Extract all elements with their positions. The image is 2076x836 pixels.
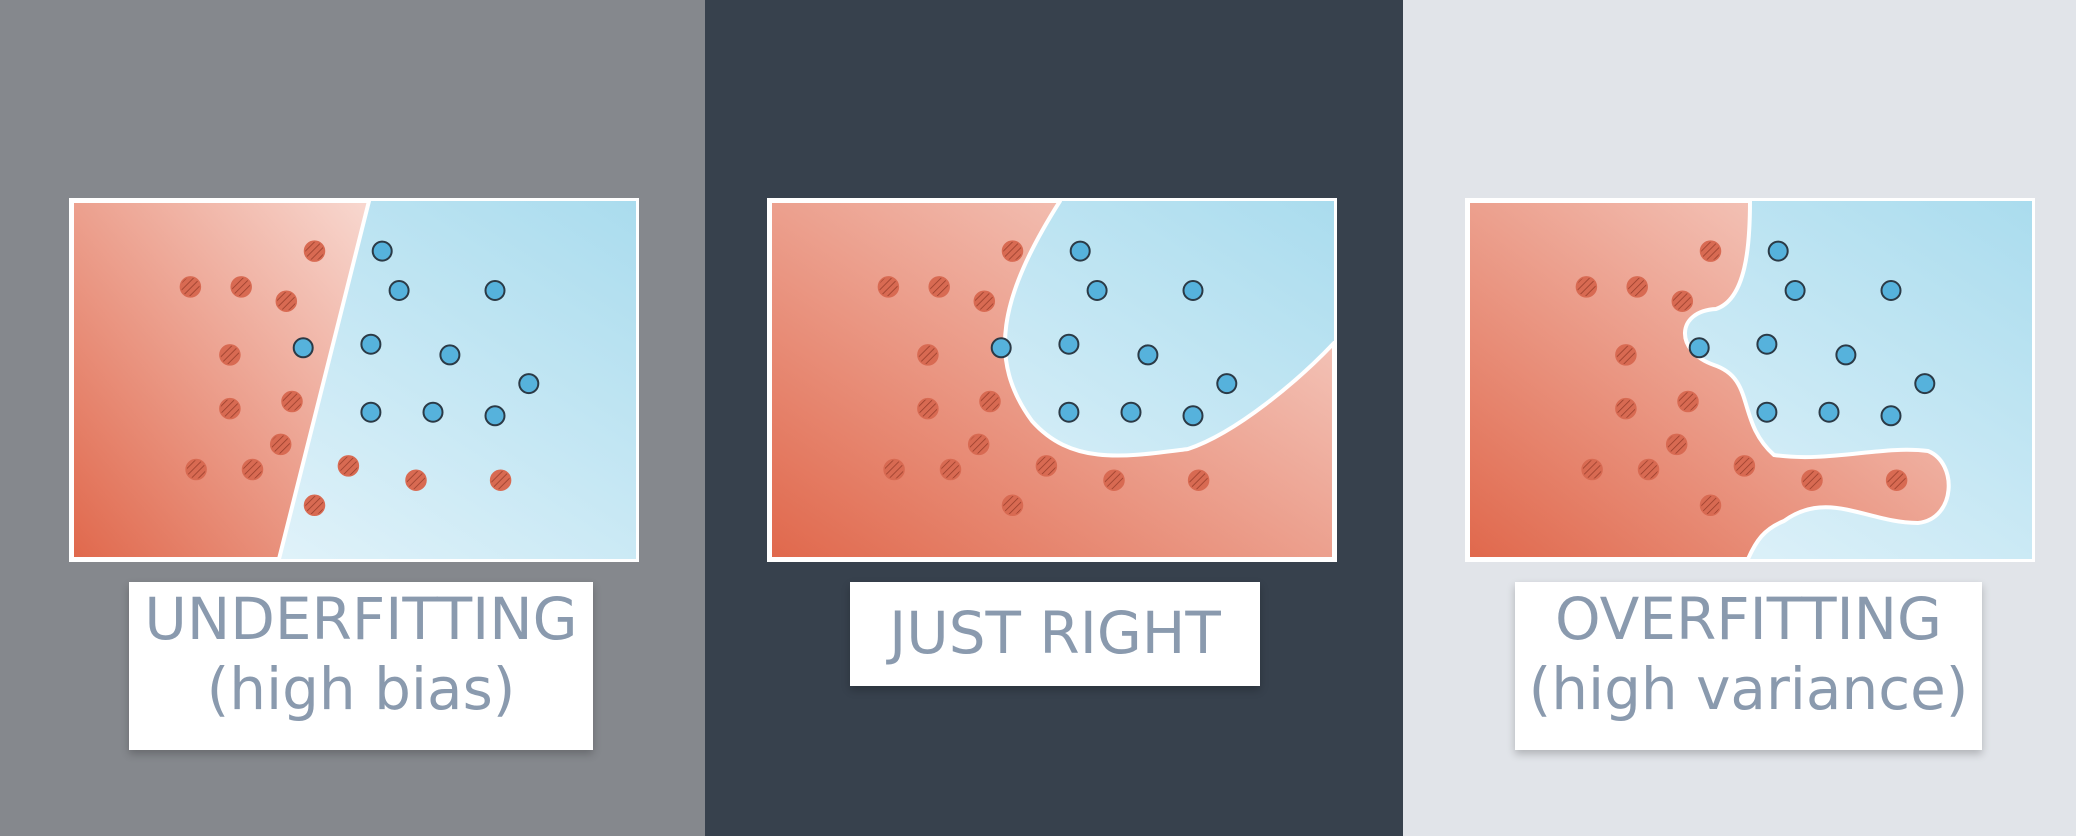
blue-data-point xyxy=(292,337,314,359)
red-data-point xyxy=(1001,494,1024,517)
blue-data-point xyxy=(439,344,461,366)
blue-data-point xyxy=(484,280,506,301)
overfitting-plot xyxy=(1465,198,2035,562)
red-data-point xyxy=(1885,469,1908,491)
red-data-point xyxy=(1103,469,1125,491)
caption-subtitle: (high bias) xyxy=(206,655,516,723)
red-data-point xyxy=(405,469,427,491)
red-data-point xyxy=(185,458,207,481)
red-data-point xyxy=(1733,455,1756,477)
red-data-point xyxy=(219,397,241,420)
red-data-point xyxy=(1699,240,1722,262)
overfitting-plot-svg xyxy=(1468,201,2032,559)
red-data-point xyxy=(1677,390,1699,413)
red-data-point xyxy=(269,433,292,456)
red-data-point xyxy=(939,458,962,481)
blue-data-point xyxy=(1767,240,1789,262)
blue-data-point xyxy=(1058,333,1080,355)
blue-data-point xyxy=(990,337,1012,359)
blue-data-point xyxy=(1880,405,1902,427)
red-data-point xyxy=(1665,433,1688,456)
red-data-point xyxy=(1615,397,1637,420)
red-data-point xyxy=(1581,458,1603,481)
just-right-plot-svg xyxy=(770,201,1334,559)
blue-data-point xyxy=(1756,401,1778,423)
red-data-point xyxy=(1801,469,1823,491)
red-data-point xyxy=(303,494,326,517)
red-data-point xyxy=(1035,455,1058,477)
blue-data-point xyxy=(484,405,506,427)
blue-data-point xyxy=(1784,280,1806,301)
caption-title: JUST RIGHT xyxy=(889,599,1221,667)
red-data-point xyxy=(1671,290,1694,312)
red-data-point xyxy=(1626,276,1648,298)
red-data-point xyxy=(1699,494,1722,517)
blue-data-point xyxy=(1069,240,1091,262)
caption-title: UNDERFITTING xyxy=(144,585,578,653)
blue-data-point xyxy=(1182,405,1204,427)
blue-data-point xyxy=(371,240,393,262)
red-data-point xyxy=(928,276,950,298)
overfitting-caption: OVERFITTING (high variance) xyxy=(1515,582,1982,750)
blue-data-point xyxy=(1835,344,1857,366)
red-data-point xyxy=(1001,240,1024,262)
overfitting-panel: OVERFITTING (high variance) xyxy=(1403,0,2076,836)
red-data-point xyxy=(219,344,241,366)
underfitting-plot xyxy=(69,198,639,562)
red-data-point xyxy=(241,458,264,481)
red-data-point xyxy=(303,240,326,262)
blue-data-point xyxy=(1688,337,1710,359)
just-right-panel: JUST RIGHT xyxy=(705,0,1403,836)
blue-data-point xyxy=(388,280,410,301)
red-data-point xyxy=(281,390,303,413)
red-data-point xyxy=(979,390,1001,413)
red-data-point xyxy=(230,276,252,298)
red-data-point xyxy=(179,276,202,298)
blue-data-point xyxy=(518,373,540,395)
red-data-point xyxy=(967,433,990,456)
red-data-point xyxy=(489,469,512,491)
red-data-point xyxy=(1637,458,1660,481)
blue-data-point xyxy=(1216,373,1238,395)
just-right-plot xyxy=(767,198,1337,562)
blue-data-point xyxy=(1182,280,1204,301)
red-data-point xyxy=(1187,469,1210,491)
blue-data-point xyxy=(1120,401,1142,423)
underfitting-panel: UNDERFITTING (high bias) xyxy=(0,0,705,836)
red-data-point xyxy=(275,290,298,312)
blue-data-point xyxy=(1756,333,1778,355)
blue-data-point xyxy=(360,333,382,355)
blue-data-point xyxy=(1914,373,1936,395)
red-data-point xyxy=(917,397,939,420)
just-right-caption: JUST RIGHT xyxy=(850,582,1260,686)
caption-subtitle: (high variance) xyxy=(1528,655,1969,723)
red-data-point xyxy=(877,276,900,298)
blue-data-point xyxy=(360,401,382,423)
blue-data-point xyxy=(422,401,444,423)
underfitting-plot-svg xyxy=(72,201,636,559)
blue-data-point xyxy=(1818,401,1840,423)
red-data-point xyxy=(973,290,996,312)
caption-title: OVERFITTING xyxy=(1555,585,1942,653)
red-data-point xyxy=(1575,276,1598,298)
red-data-point xyxy=(883,458,905,481)
blue-data-point xyxy=(1086,280,1108,301)
blue-data-point xyxy=(1137,344,1159,366)
blue-data-point xyxy=(1058,401,1080,423)
red-data-point xyxy=(917,344,939,366)
red-data-point xyxy=(1615,344,1637,366)
red-data-point xyxy=(337,455,360,477)
underfitting-caption: UNDERFITTING (high bias) xyxy=(129,582,593,750)
blue-data-point xyxy=(1880,280,1902,301)
